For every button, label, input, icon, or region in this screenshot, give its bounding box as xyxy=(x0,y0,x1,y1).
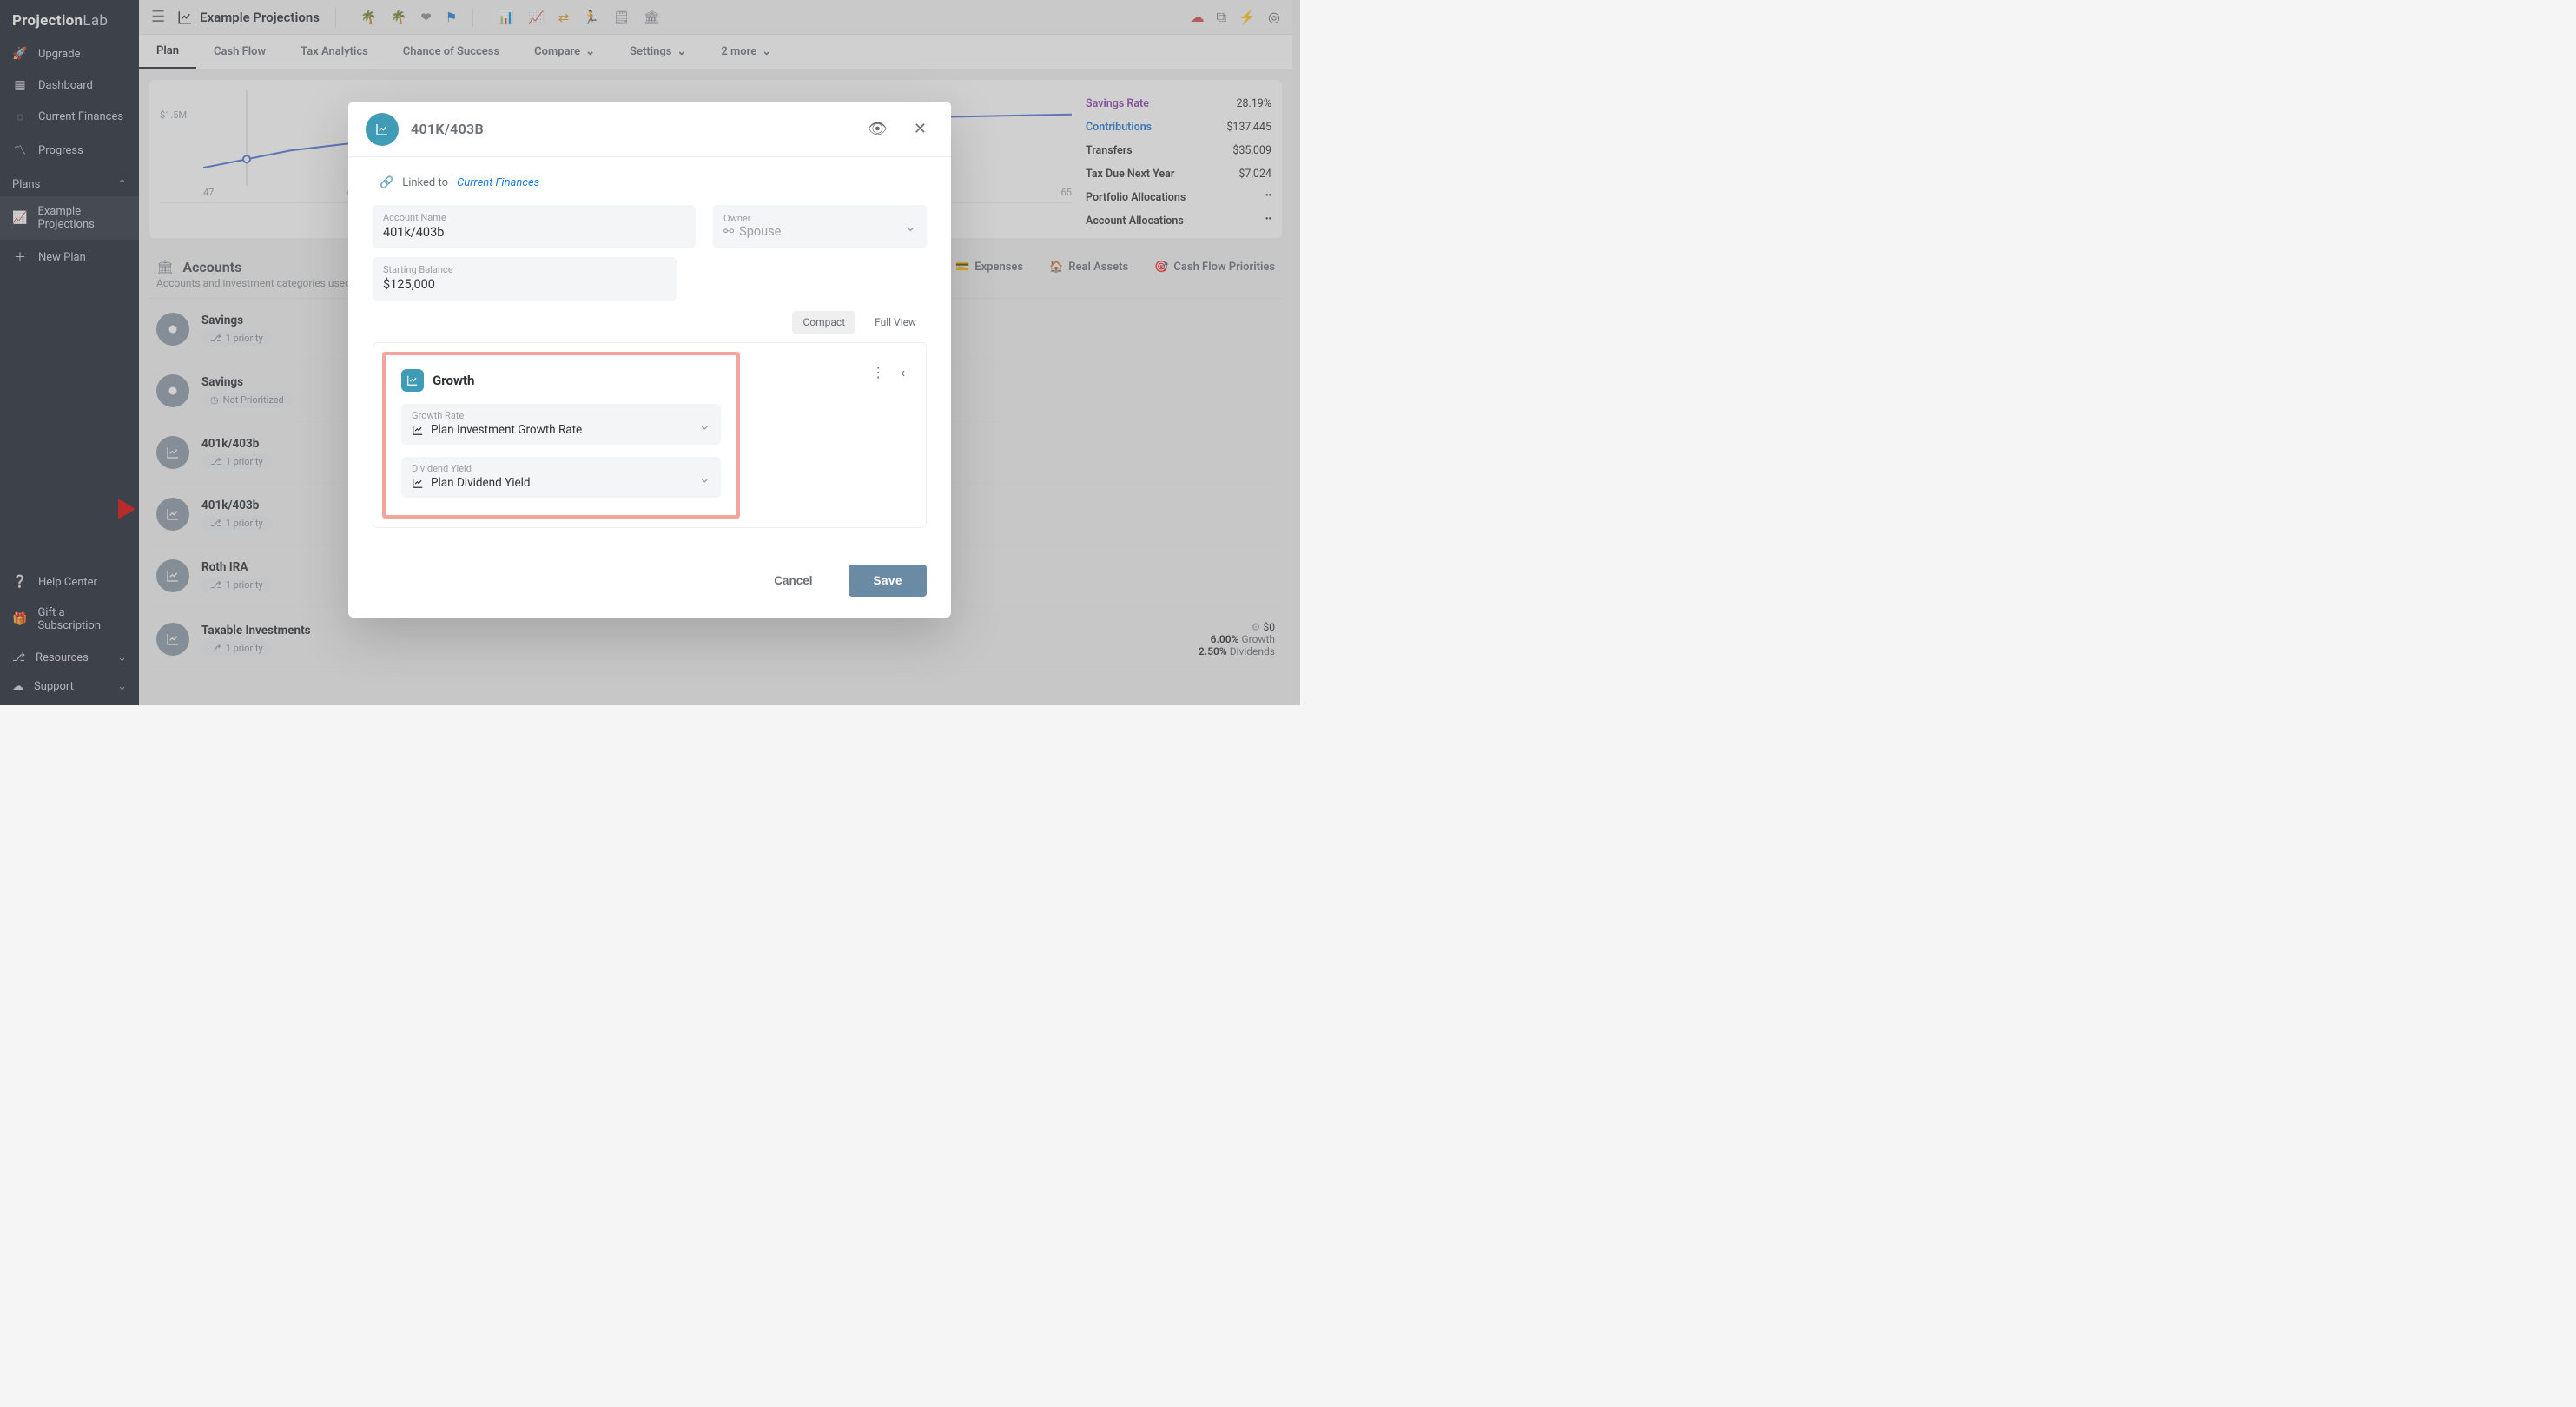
linked-label: Linked to xyxy=(402,176,448,189)
visibility-icon[interactable]: 👁 xyxy=(861,116,895,142)
chevron-down-icon: ⌄ xyxy=(905,218,916,234)
fullview-toggle[interactable]: Full View xyxy=(864,311,927,334)
field-label: Dividend Yield xyxy=(412,463,710,474)
link-icon: 🔗 xyxy=(380,176,393,189)
close-icon[interactable]: ✕ xyxy=(907,116,934,142)
linked-row: 🔗 Linked to Current Finances xyxy=(373,173,927,203)
field-value: $125,000 xyxy=(383,275,666,292)
chevron-down-icon: ⌄ xyxy=(699,416,710,433)
growth-highlight: Growth Growth Rate Plan Investment Growt… xyxy=(382,352,740,519)
owner-field[interactable]: Owner ⚯ Spouse ⌄ xyxy=(713,205,927,248)
growth-tools: ⋮ ‹ xyxy=(871,364,905,380)
save-button[interactable]: Save xyxy=(849,565,927,597)
modal-footer: Cancel Save xyxy=(348,545,951,618)
account-name-field[interactable]: Account Name 401k/403b xyxy=(373,205,696,248)
growth-card: ⋮ ‹ Growth Growth Rate Plan Investment G… xyxy=(373,342,927,528)
field-value: 401k/403b xyxy=(383,223,685,240)
account-modal: 401K/403B 👁 ✕ 🔗 Linked to Current Financ… xyxy=(348,102,951,618)
growth-rate-select[interactable]: Growth Rate Plan Investment Growth Rate … xyxy=(401,404,721,445)
linked-target[interactable]: Current Finances xyxy=(457,176,539,189)
dividend-yield-select[interactable]: Dividend Yield Plan Dividend Yield ⌄ xyxy=(401,457,721,498)
field-value: Spouse xyxy=(739,224,781,239)
modal-header: 401K/403B 👁 ✕ xyxy=(348,102,951,157)
chart-avatar-icon xyxy=(366,113,399,146)
chevron-left-icon[interactable]: ‹ xyxy=(901,364,905,380)
field-label: Starting Balance xyxy=(383,264,666,275)
field-label: Owner xyxy=(723,213,781,224)
cancel-button[interactable]: Cancel xyxy=(750,565,836,597)
field-value: Plan Dividend Yield xyxy=(431,476,531,490)
rings-icon: ⚯ xyxy=(723,224,734,239)
chart-icon xyxy=(412,477,424,489)
compact-toggle[interactable]: Compact xyxy=(792,311,855,334)
field-value: Plan Investment Growth Rate xyxy=(431,423,582,437)
field-label: Account Name xyxy=(383,212,685,223)
more-icon[interactable]: ⋮ xyxy=(871,364,885,380)
field-label: Growth Rate xyxy=(412,410,710,421)
modal-title: 401K/403B xyxy=(411,121,484,137)
chart-icon xyxy=(412,424,424,436)
starting-balance-field[interactable]: Starting Balance $125,000 xyxy=(373,257,677,301)
annotation-arrow xyxy=(57,493,135,525)
view-toggle: Compact Full View xyxy=(373,307,927,342)
growth-title: Growth xyxy=(433,373,474,388)
chevron-down-icon: ⌄ xyxy=(699,469,710,486)
chart-icon xyxy=(401,369,424,392)
